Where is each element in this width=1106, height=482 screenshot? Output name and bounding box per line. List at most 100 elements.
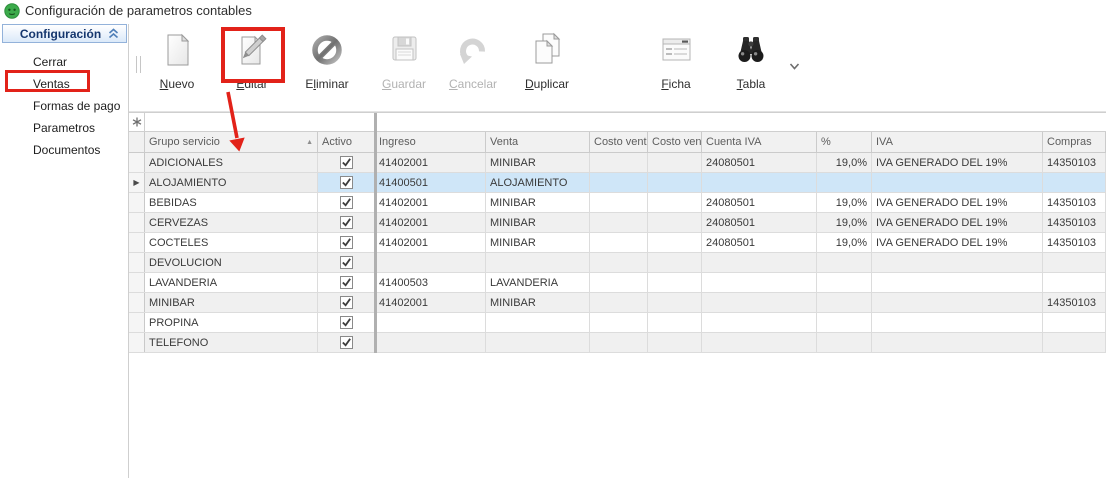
editar-button[interactable]: Editar xyxy=(219,30,285,108)
column-header-ingreso[interactable]: Ingreso xyxy=(375,132,486,152)
cell-activo[interactable] xyxy=(318,193,375,212)
column-header-venta[interactable]: Venta xyxy=(486,132,590,152)
grid-row-cocteles[interactable]: COCTELES41402001MINIBAR2408050119,0%IVA … xyxy=(129,233,1106,253)
grid-row-minibar[interactable]: MINIBAR41402001MINIBAR14350103 xyxy=(129,293,1106,313)
cell-venta[interactable]: MINIBAR xyxy=(486,193,590,212)
sidebar-item-ventas[interactable]: Ventas xyxy=(0,73,127,95)
sidebar-item-formas-de-pago[interactable]: Formas de pago xyxy=(0,95,127,117)
cell-cuenta_iva[interactable] xyxy=(702,313,817,332)
activo-checkbox[interactable] xyxy=(340,276,353,289)
cell-costo_ven[interactable] xyxy=(648,213,702,232)
cell-cuenta_iva[interactable] xyxy=(702,333,817,352)
cell-costo_ven[interactable] xyxy=(648,233,702,252)
column-header-pct[interactable]: % xyxy=(817,132,872,152)
cell-iva[interactable] xyxy=(872,333,1043,352)
column-header-cuenta_iva[interactable]: Cuenta IVA xyxy=(702,132,817,152)
cell-grupo[interactable]: ALOJAMIENTO xyxy=(145,173,318,192)
cell-grupo[interactable]: PROPINA xyxy=(145,313,318,332)
cell-ingreso[interactable]: 41402001 xyxy=(375,213,486,232)
double-chevron-up-icon[interactable] xyxy=(108,28,122,39)
cell-grupo[interactable]: TELEFONO xyxy=(145,333,318,352)
grid-row-cervezas[interactable]: CERVEZAS41402001MINIBAR2408050119,0%IVA … xyxy=(129,213,1106,233)
cell-grupo[interactable]: DEVOLUCION xyxy=(145,253,318,272)
cell-pct[interactable] xyxy=(817,313,872,332)
column-header-activo[interactable]: Activo xyxy=(318,132,375,152)
cell-venta[interactable]: MINIBAR xyxy=(486,233,590,252)
activo-checkbox[interactable] xyxy=(340,176,353,189)
cell-pct[interactable]: 19,0% xyxy=(817,153,872,172)
cell-venta[interactable] xyxy=(486,313,590,332)
eliminar-button[interactable]: Eliminar xyxy=(294,30,360,108)
ficha-button[interactable]: Ficha xyxy=(643,30,709,108)
column-header-iva[interactable]: IVA xyxy=(872,132,1043,152)
cell-costo_ven[interactable] xyxy=(648,273,702,292)
column-header-grupo[interactable]: Grupo servicio▲ xyxy=(145,132,318,152)
cell-ingreso[interactable] xyxy=(375,313,486,332)
cell-activo[interactable] xyxy=(318,173,375,192)
cell-ingreso[interactable] xyxy=(375,333,486,352)
cell-ingreso[interactable]: 41400501 xyxy=(375,173,486,192)
cell-cuenta_iva[interactable]: 24080501 xyxy=(702,233,817,252)
cell-ingreso[interactable]: 41402001 xyxy=(375,233,486,252)
cell-compras[interactable] xyxy=(1043,313,1106,332)
activo-checkbox[interactable] xyxy=(340,216,353,229)
cell-pct[interactable] xyxy=(817,333,872,352)
cell-activo[interactable] xyxy=(318,273,375,292)
cell-venta[interactable]: ALOJAMIENTO xyxy=(486,173,590,192)
cell-grupo[interactable]: BEBIDAS xyxy=(145,193,318,212)
cell-pct[interactable]: 19,0% xyxy=(817,193,872,212)
cell-iva[interactable] xyxy=(872,173,1043,192)
cell-pct[interactable]: 19,0% xyxy=(817,213,872,232)
cell-compras[interactable]: 14350103 xyxy=(1043,293,1106,312)
cell-compras[interactable] xyxy=(1043,273,1106,292)
cell-costo_venta[interactable] xyxy=(590,153,648,172)
cell-cuenta_iva[interactable] xyxy=(702,253,817,272)
grid-row-devolucion[interactable]: DEVOLUCION xyxy=(129,253,1106,273)
tabla-button[interactable]: Tabla xyxy=(718,30,784,108)
activo-checkbox[interactable] xyxy=(340,296,353,309)
grid-new-item-row[interactable] xyxy=(129,113,1106,132)
cell-venta[interactable] xyxy=(486,333,590,352)
cell-ingreso[interactable]: 41402001 xyxy=(375,293,486,312)
cell-pct[interactable] xyxy=(817,293,872,312)
cell-iva[interactable] xyxy=(872,313,1043,332)
cell-costo_venta[interactable] xyxy=(590,213,648,232)
grid-row-alojamiento[interactable]: ▶ALOJAMIENTO41400501ALOJAMIENTO xyxy=(129,173,1106,193)
cell-pct[interactable]: 19,0% xyxy=(817,233,872,252)
cell-costo_venta[interactable] xyxy=(590,193,648,212)
cell-ingreso[interactable]: 41402001 xyxy=(375,153,486,172)
cell-grupo[interactable]: COCTELES xyxy=(145,233,318,252)
cell-venta[interactable]: MINIBAR xyxy=(486,153,590,172)
activo-checkbox[interactable] xyxy=(340,316,353,329)
grid-row-adicionales[interactable]: ADICIONALES41402001MINIBAR2408050119,0%I… xyxy=(129,153,1106,173)
cell-grupo[interactable]: MINIBAR xyxy=(145,293,318,312)
cell-activo[interactable] xyxy=(318,253,375,272)
cell-activo[interactable] xyxy=(318,153,375,172)
toolbar-gripper[interactable] xyxy=(136,56,141,73)
cell-costo_ven[interactable] xyxy=(648,253,702,272)
cell-venta[interactable]: MINIBAR xyxy=(486,293,590,312)
cell-costo_venta[interactable] xyxy=(590,273,648,292)
cell-costo_venta[interactable] xyxy=(590,173,648,192)
cell-costo_ven[interactable] xyxy=(648,313,702,332)
cell-costo_ven[interactable] xyxy=(648,293,702,312)
cell-ingreso[interactable] xyxy=(375,253,486,272)
cell-compras[interactable]: 14350103 xyxy=(1043,213,1106,232)
cell-costo_venta[interactable] xyxy=(590,253,648,272)
cell-compras[interactable]: 14350103 xyxy=(1043,233,1106,252)
sidebar-item-documentos[interactable]: Documentos xyxy=(0,139,127,161)
cell-pct[interactable] xyxy=(817,253,872,272)
grid-row-telefono[interactable]: TELEFONO xyxy=(129,333,1106,353)
cell-iva[interactable] xyxy=(872,273,1043,292)
cell-iva[interactable]: IVA GENERADO DEL 19% xyxy=(872,213,1043,232)
sidebar-item-cerrar[interactable]: Cerrar xyxy=(0,51,127,73)
cell-compras[interactable] xyxy=(1043,173,1106,192)
cell-costo_venta[interactable] xyxy=(590,313,648,332)
activo-checkbox[interactable] xyxy=(340,256,353,269)
cell-iva[interactable] xyxy=(872,293,1043,312)
cell-costo_ven[interactable] xyxy=(648,333,702,352)
nuevo-button[interactable]: Nuevo xyxy=(144,30,210,108)
cell-costo_venta[interactable] xyxy=(590,293,648,312)
cell-costo_ven[interactable] xyxy=(648,153,702,172)
chevron-down-icon[interactable] xyxy=(789,58,801,68)
